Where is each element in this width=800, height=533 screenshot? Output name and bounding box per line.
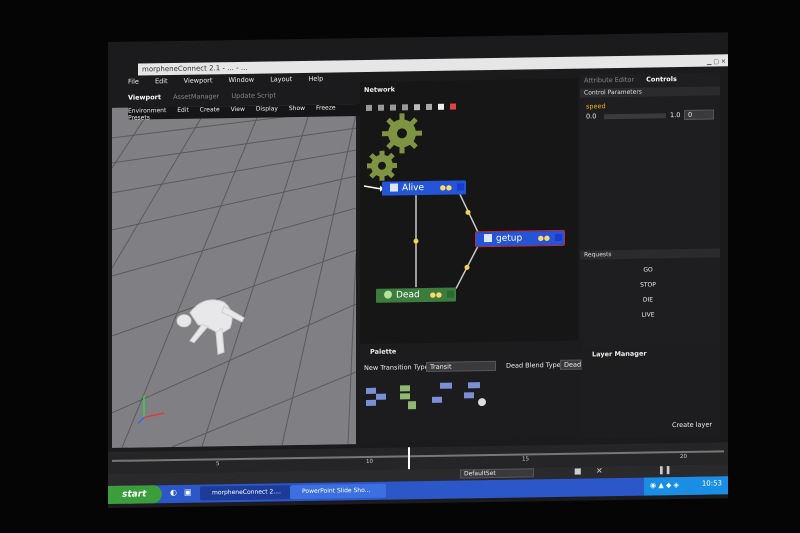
vp-menu-freeze[interactable]: Freeze	[316, 104, 336, 111]
layer-manager-title: Layer Manager	[592, 349, 647, 359]
axis-gizmo-icon	[137, 395, 165, 425]
pause-icon[interactable]: ❚❚	[658, 465, 671, 474]
menu-viewport[interactable]: Viewport	[184, 76, 213, 84]
tab-controls[interactable]: Controls	[646, 75, 677, 83]
timeline-tick: 15	[522, 456, 529, 463]
vp-menu-edit[interactable]: Edit	[177, 107, 189, 114]
task-powerpoint[interactable]: PowerPoint Slide Sho...	[290, 483, 386, 500]
transition-type-label: New Transition Type	[364, 362, 429, 372]
palette-panel: Palette New Transition Type Transit Dead…	[360, 340, 588, 443]
param-max: 1.0	[670, 111, 681, 120]
window-titlebar[interactable]: morpheneConnect 2.1 - ... - ... ▁ ▢ ✕	[138, 54, 728, 76]
timeline-tick: 5	[216, 461, 220, 468]
tab-asset-manager[interactable]: AssetManager	[173, 92, 219, 101]
speed-value-input[interactable]: 0	[684, 109, 714, 120]
node-dead-label: Dead	[396, 290, 420, 301]
attribute-panel: Attribute Editor Controls Control Parame…	[580, 72, 720, 349]
gear-small-icon	[384, 290, 392, 299]
vp-menu-display[interactable]: Display	[256, 105, 278, 112]
window-title: morpheneConnect 2.1 - ... - ...	[142, 63, 248, 74]
window-controls[interactable]: ▁ ▢ ✕	[707, 56, 726, 68]
node-getup-label: getup	[496, 233, 523, 244]
param-min: 0.0	[586, 112, 597, 121]
vp-menu-view[interactable]: View	[231, 106, 245, 113]
vp-menu-show[interactable]: Show	[289, 105, 305, 112]
node-dead[interactable]: Dead ●●	[376, 287, 456, 303]
menu-help[interactable]: Help	[308, 75, 323, 83]
menu-layout[interactable]: Layout	[270, 75, 292, 83]
node-dots-icon: ●●	[537, 234, 550, 243]
close-icon[interactable]: ✕	[596, 466, 603, 475]
speed-slider[interactable]	[604, 113, 666, 120]
palette-node-icons[interactable]	[364, 378, 494, 414]
node-port-icon[interactable]	[457, 183, 464, 191]
layer-manager-panel: Layer Manager Create layer	[582, 344, 720, 439]
viewport-tabs: Viewport AssetManager Update Script	[128, 90, 368, 106]
menu-window[interactable]: Window	[228, 76, 254, 84]
node-alive[interactable]: Alive ●●	[382, 180, 466, 196]
transition-type-select[interactable]: Transit	[426, 360, 496, 373]
default-set-select[interactable]: DefaultSet	[460, 468, 534, 479]
vp-menu-presets[interactable]: Presets	[128, 114, 150, 121]
node-port-icon[interactable]	[555, 233, 562, 241]
node-alive-label: Alive	[402, 183, 425, 194]
main-menubar: File Edit Viewport Window Layout Help	[128, 74, 358, 90]
param-speed-label: speed	[586, 102, 606, 111]
request-go-button[interactable]: GO	[588, 263, 708, 279]
requests-header[interactable]: Requests	[580, 248, 720, 260]
node-port-icon[interactable]	[447, 290, 454, 298]
attribute-tabs: Attribute Editor Controls	[584, 75, 677, 84]
timeline-track	[112, 450, 724, 462]
menu-edit[interactable]: Edit	[155, 77, 168, 85]
timeline-tick: 10	[366, 458, 373, 465]
network-panel: Network Alive ●● getup ●● Dead ●●	[360, 78, 578, 345]
node-dots-icon: ●●	[429, 290, 442, 299]
tab-attribute-editor[interactable]: Attribute Editor	[584, 76, 634, 85]
show-desktop-icon[interactable]: ▣	[184, 488, 192, 497]
state-icon	[484, 233, 492, 243]
timeline-tick: 20	[680, 453, 687, 461]
node-getup[interactable]: getup ●●	[475, 229, 565, 248]
menu-file[interactable]: File	[128, 78, 139, 86]
system-tray: ◉ ▲ ◆ ◈ 10:53	[644, 476, 728, 496]
vp-menu-create[interactable]: Create	[200, 106, 220, 113]
request-stop-button[interactable]: STOP	[588, 278, 708, 294]
timeline-playhead[interactable]	[408, 447, 410, 470]
create-layer-button[interactable]: Create layer	[672, 421, 712, 430]
node-dots-icon: ●●	[439, 183, 452, 192]
request-die-button[interactable]: DIE	[588, 293, 708, 309]
quick-launch-icon[interactable]: ◐	[170, 488, 177, 497]
stop-icon[interactable]: ■	[574, 467, 582, 476]
palette-title: Palette	[370, 347, 397, 356]
start-button[interactable]: start	[108, 485, 162, 504]
tab-viewport[interactable]: Viewport	[128, 93, 161, 102]
control-parameters-header[interactable]: Control Parameters	[580, 86, 720, 98]
network-graph	[363, 113, 479, 289]
clock: 10:53	[701, 479, 722, 488]
start-label: start	[122, 489, 147, 500]
app-screen: morpheneConnect 2.1 - ... - ... ▁ ▢ ✕ Fi…	[108, 32, 728, 509]
tray-icons[interactable]: ◉ ▲ ◆ ◈	[650, 481, 679, 489]
tab-update-script[interactable]: Update Script	[231, 91, 275, 100]
blend-type-label: Dead Blend Type	[506, 360, 561, 370]
task-morphene[interactable]: morpheneConnect 2....	[200, 485, 294, 501]
request-live-button[interactable]: LIVE	[588, 308, 708, 324]
state-icon	[390, 183, 398, 192]
